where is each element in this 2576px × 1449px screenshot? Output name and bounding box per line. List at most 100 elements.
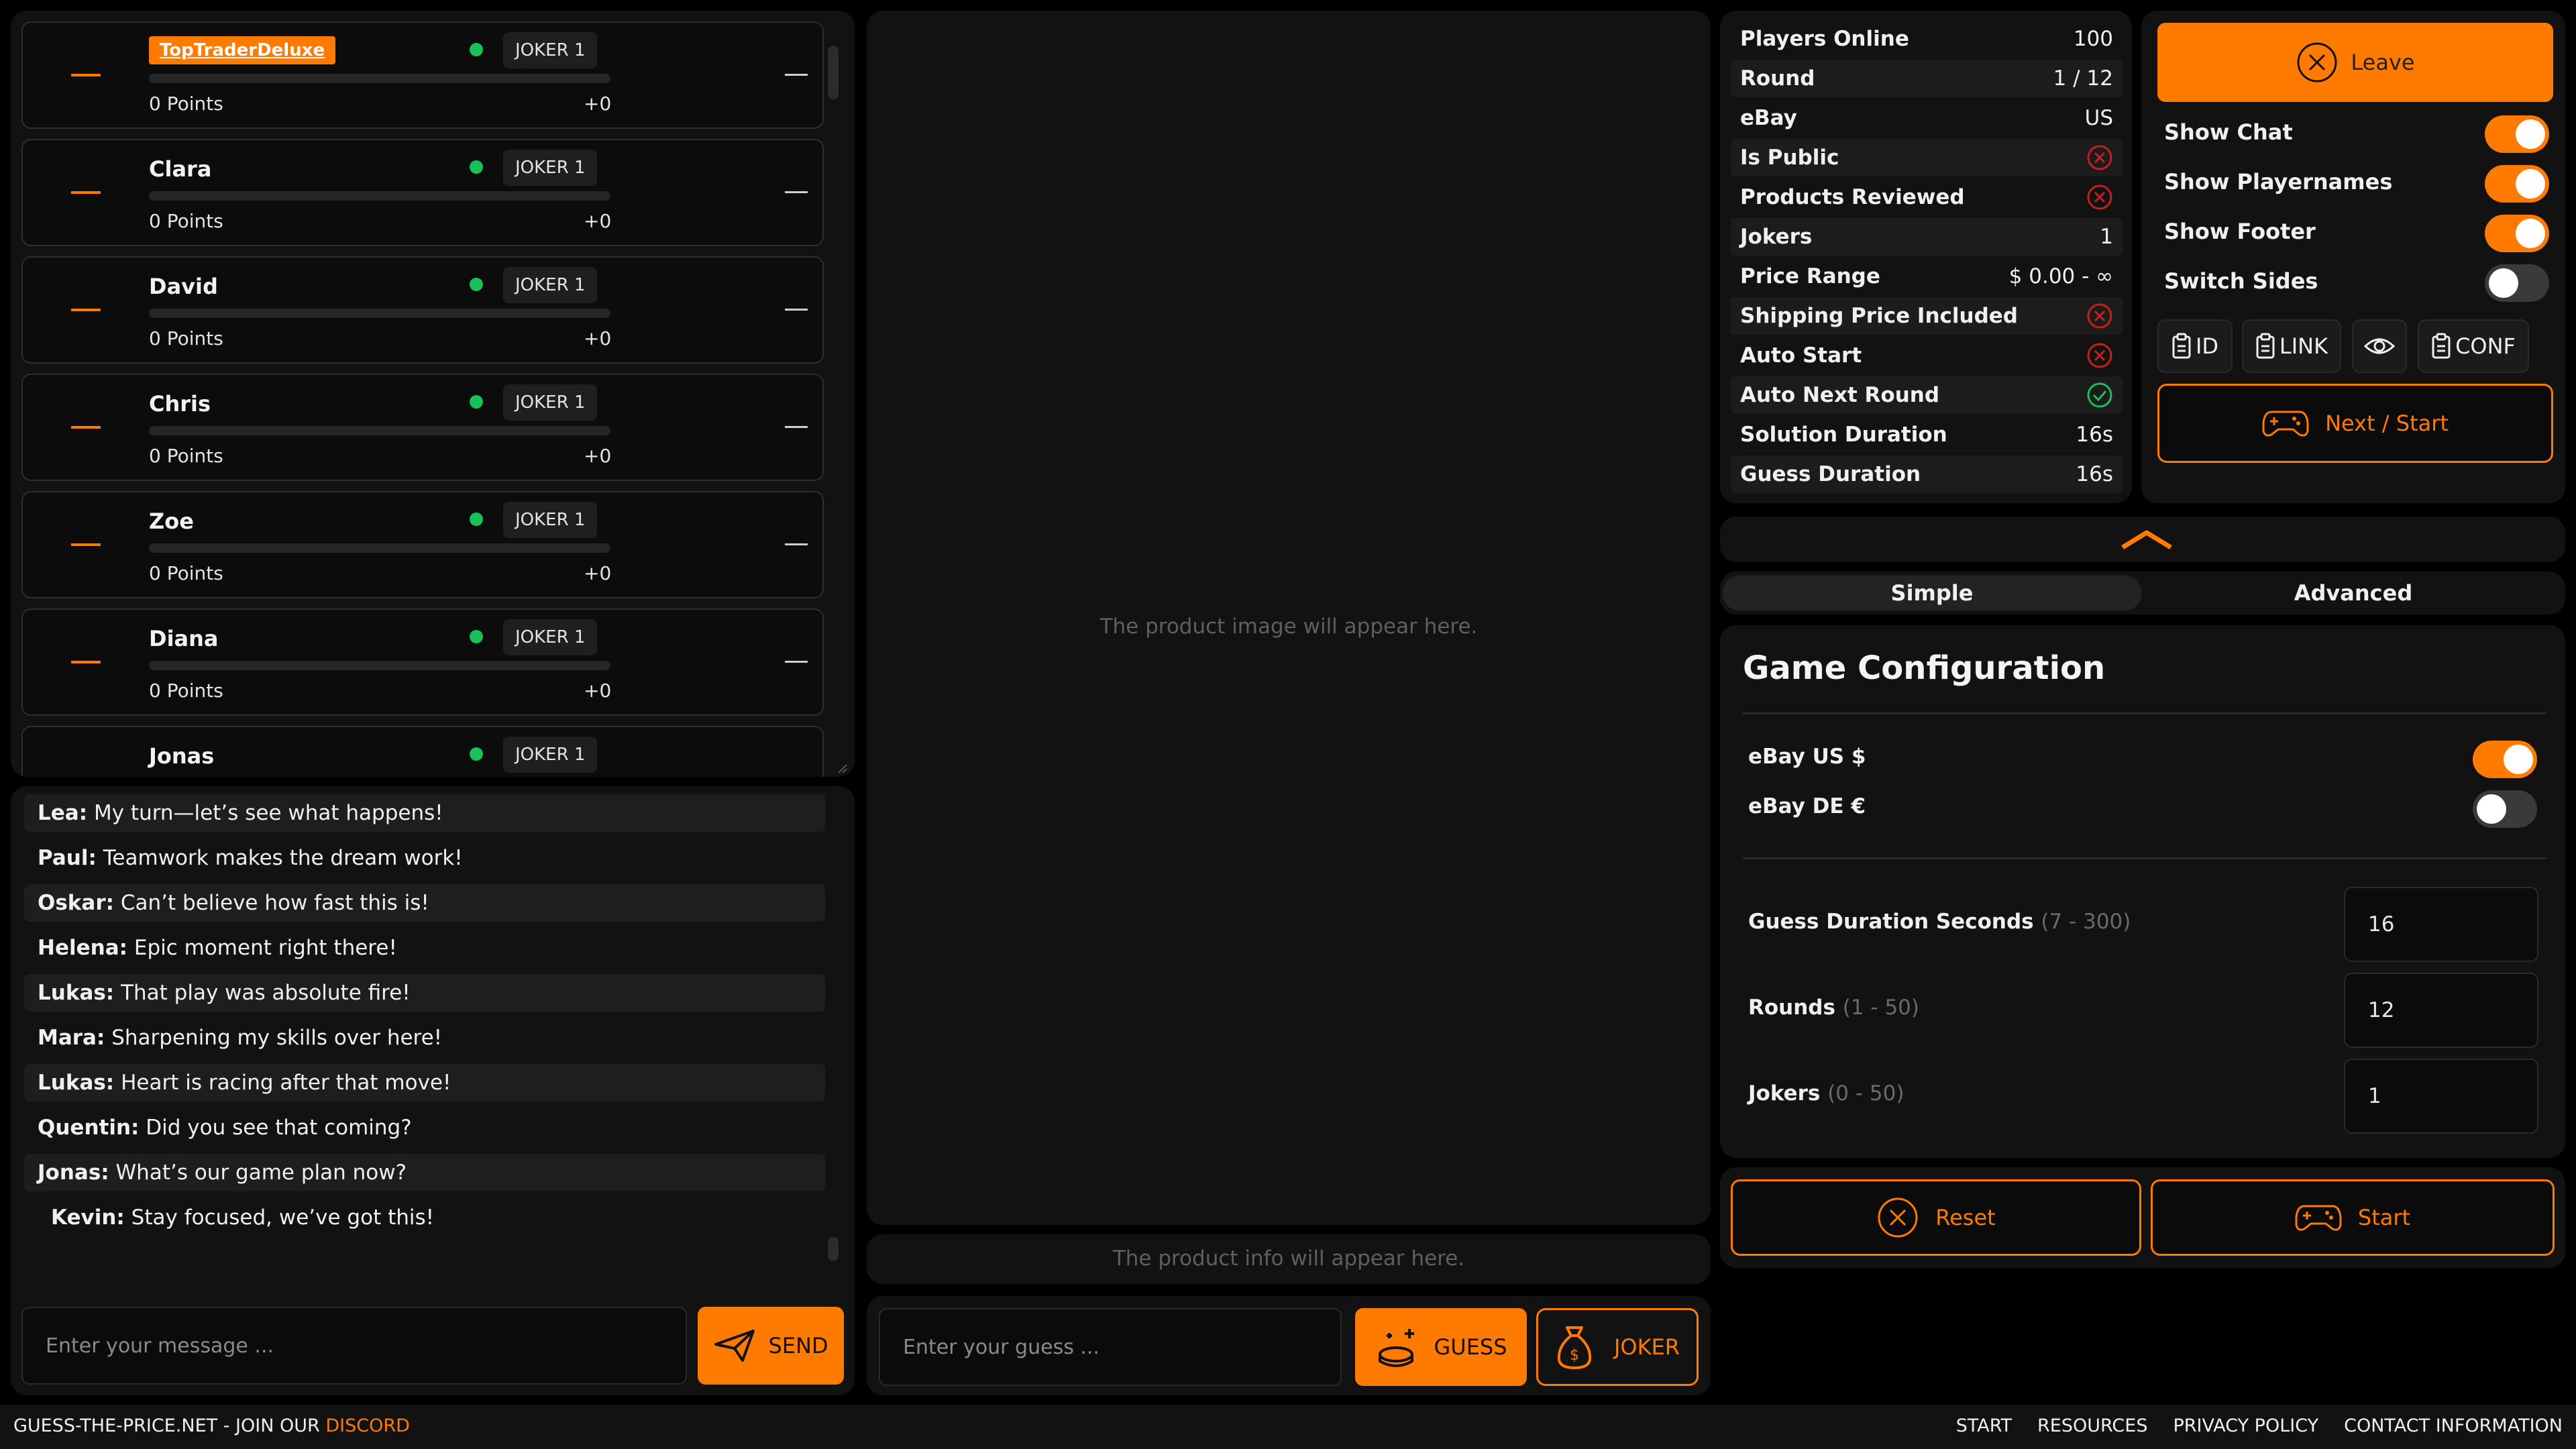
send-button[interactable]: SEND <box>698 1307 844 1385</box>
tab-advanced[interactable]: Advanced <box>2144 576 2563 610</box>
field-range: (0 - 50) <box>1827 1081 1904 1106</box>
player-delta: +0 <box>584 562 612 584</box>
progress-bar <box>149 426 610 435</box>
chat-author: Helena: <box>38 936 128 960</box>
start-button[interactable]: Start <box>2151 1179 2555 1256</box>
player-name: Zoe <box>149 508 194 534</box>
footer-link-contact[interactable]: CONTACT INFORMATION <box>2344 1415 2563 1436</box>
player-name[interactable]: TopTraderDeluxe <box>149 36 336 64</box>
online-indicator <box>470 513 483 526</box>
player-delta: +0 <box>584 327 612 350</box>
collapse-dash[interactable] <box>785 661 808 663</box>
chat-author: Lukas: <box>38 1071 115 1095</box>
player-delta: +0 <box>584 445 612 467</box>
stat-label: eBay <box>1740 106 1797 130</box>
stat-value: 1 <box>2100 225 2113 249</box>
players-scrollbar[interactable] <box>828 46 839 99</box>
chat-text: Stay focused, we’ve got this! <box>124 1205 435 1230</box>
reset-button[interactable]: Reset <box>1731 1179 2141 1256</box>
discord-link[interactable]: DISCORD <box>325 1415 410 1436</box>
copy-id-button[interactable]: ID <box>2157 319 2233 373</box>
ebay-us-toggle[interactable] <box>2473 741 2537 778</box>
collapse-bar[interactable] <box>1720 517 2565 562</box>
toggle-knob <box>2516 219 2545 248</box>
status-no-icon <box>2086 144 2113 171</box>
divider <box>1743 712 2546 714</box>
ebay-de-toggle[interactable] <box>2473 790 2537 828</box>
online-indicator <box>470 278 483 291</box>
chat-text: My turn—let’s see what happens! <box>87 801 443 825</box>
field-range: (1 - 50) <box>1842 996 1920 1020</box>
chat-text: Teamwork makes the dream work! <box>96 846 463 870</box>
collapse-dash[interactable] <box>785 309 808 311</box>
footer-link-start[interactable]: START <box>1956 1415 2012 1436</box>
copy-link-button[interactable]: LINK <box>2242 319 2341 373</box>
footer-link-privacy[interactable]: PRIVACY POLICY <box>2173 1415 2318 1436</box>
chat-input[interactable] <box>21 1307 687 1385</box>
resize-grip-icon[interactable] <box>837 763 848 774</box>
chevron-up-icon[interactable] <box>2120 529 2174 550</box>
stat-label: Players Online <box>1740 27 1909 51</box>
footer-link-resources[interactable]: RESOURCES <box>2037 1415 2147 1436</box>
stat-label: Solution Duration <box>1740 423 1947 447</box>
footer-links: START RESOURCES PRIVACY POLICY CONTACT I… <box>1956 1415 2563 1436</box>
show-footer-toggle[interactable] <box>2485 215 2549 252</box>
status-no-icon <box>2086 303 2113 329</box>
start-label: Start <box>2357 1205 2411 1230</box>
stat-value: 16s <box>2076 423 2113 447</box>
show-chat-toggle[interactable] <box>2485 115 2549 153</box>
rank-dash <box>71 426 101 429</box>
collapse-dash[interactable] <box>785 426 808 428</box>
guess-duration-input[interactable] <box>2344 887 2538 962</box>
stat-row: Products Reviewed <box>1731 178 2123 216</box>
player-name: Jonas <box>149 743 215 769</box>
chat-author: Lea: <box>38 801 88 825</box>
leave-button[interactable]: Leave <box>2157 23 2553 102</box>
collapse-dash[interactable] <box>785 543 808 545</box>
collapse-dash[interactable] <box>785 74 808 76</box>
player-card: Zoe JOKER 1 0 Points +0 <box>21 491 824 598</box>
reset-label: Reset <box>1935 1205 1996 1230</box>
toggle-label: Show Chat <box>2164 119 2293 145</box>
guess-button[interactable]: GUESS <box>1355 1308 1527 1386</box>
copy-conf-label: CONF <box>2455 333 2516 359</box>
player-name: David <box>149 274 218 299</box>
game-stats-panel: Players Online 100 Round 1 / 12 eBay US … <box>1720 11 2132 503</box>
stat-value: 1 / 12 <box>2053 66 2113 91</box>
collapse-dash[interactable] <box>785 191 808 193</box>
stat-value: 100 <box>2073 27 2113 51</box>
stat-label: Price Range <box>1740 264 1880 288</box>
guess-label: GUESS <box>1434 1334 1507 1360</box>
chat-scrollbar[interactable] <box>828 1237 839 1261</box>
chat-message: Mara: Sharpening my skills over here! <box>24 1019 825 1057</box>
leave-label: Leave <box>2351 50 2415 75</box>
market-label: eBay US $ <box>1748 745 1866 769</box>
toggle-knob <box>2477 794 2506 824</box>
joker-button[interactable]: $ JOKER <box>1536 1308 1699 1386</box>
show-playernames-toggle[interactable] <box>2485 165 2549 203</box>
player-card: TopTraderDeluxe JOKER 1 0 Points +0 <box>21 21 824 129</box>
stat-label: Shipping Price Included <box>1740 304 2018 328</box>
toggle-label: Switch Sides <box>2164 268 2318 294</box>
config-title: Game Configuration <box>1743 649 2106 687</box>
progress-bar <box>149 543 610 553</box>
stat-value: US <box>2084 106 2113 130</box>
preview-button[interactable] <box>2352 319 2407 373</box>
toggle-label: Show Playernames <box>2164 169 2393 195</box>
tab-simple[interactable]: Simple <box>1723 576 2141 610</box>
rank-dash <box>71 543 101 546</box>
jokers-input[interactable] <box>2344 1059 2538 1134</box>
footer-site-text: GUESS-THE-PRICE.NET - JOIN OUR <box>13 1415 326 1436</box>
chat-text: Did you see that coming? <box>139 1116 412 1140</box>
copy-conf-button[interactable]: CONF <box>2418 319 2529 373</box>
player-points: 0 Points <box>149 562 223 584</box>
guess-input[interactable] <box>879 1308 1342 1386</box>
chat-text: What’s our game plan now? <box>109 1161 407 1185</box>
guess-duration-label: Guess Duration Seconds (7 - 300) <box>1748 910 2131 934</box>
field-label: Rounds <box>1748 996 1835 1020</box>
rounds-input[interactable] <box>2344 973 2538 1048</box>
switch-sides-toggle[interactable] <box>2485 264 2549 302</box>
send-label: SEND <box>768 1333 828 1358</box>
next-start-button[interactable]: Next / Start <box>2157 384 2553 463</box>
joker-badge: JOKER 1 <box>503 267 598 303</box>
